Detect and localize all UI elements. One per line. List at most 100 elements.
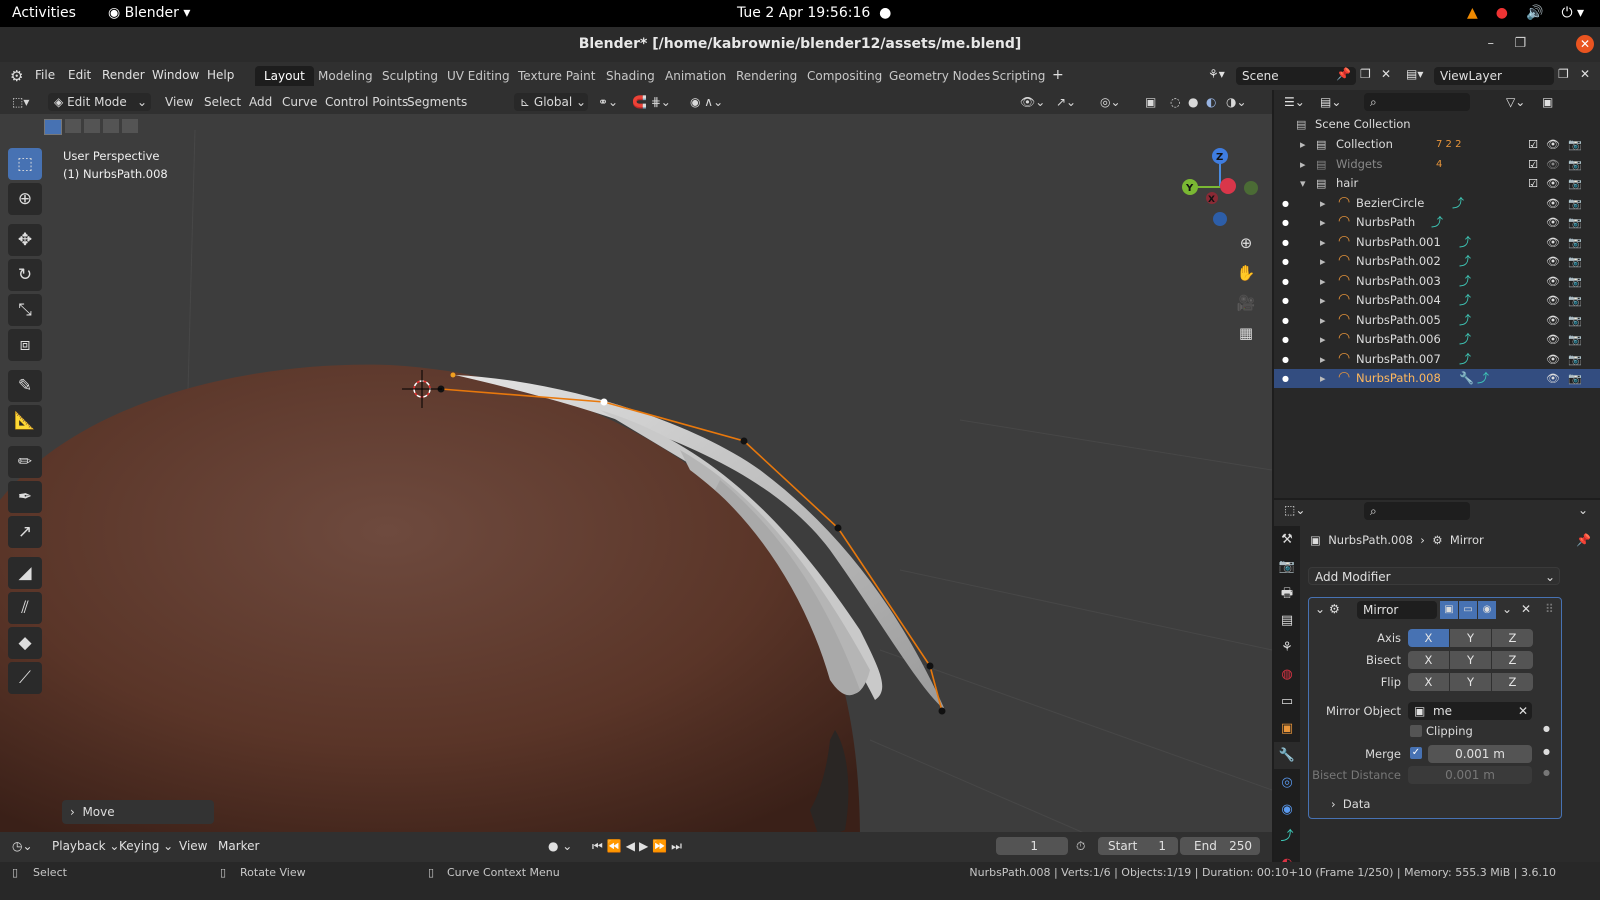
viewport-menu-select[interactable]: Select <box>204 95 241 109</box>
start-frame-field[interactable]: Start 1 <box>1098 837 1178 855</box>
clock[interactable]: Tue 2 Apr 19:56:16 ● <box>737 5 891 21</box>
blender-logo-icon[interactable]: ⚙ <box>10 67 23 85</box>
expand-toggle-icon[interactable]: ▸ <box>1320 194 1326 213</box>
playback-controls[interactable]: ⏮⏪◀▶⏩⏭ <box>592 839 686 854</box>
new-collection-icon[interactable]: ▣ <box>1542 95 1553 109</box>
eye-icon[interactable]: 👁 <box>1546 233 1560 252</box>
expand-toggle-icon[interactable]: ▸ <box>1320 291 1326 310</box>
filter-icon[interactable]: ▽⌄ <box>1506 95 1525 109</box>
add-workspace-button[interactable]: + <box>1052 67 1064 83</box>
select-dot-icon[interactable]: ● <box>1282 213 1289 232</box>
expand-toggle-icon[interactable]: ▸ <box>1320 330 1326 349</box>
draw-tool-icon[interactable]: ✏ <box>8 446 42 478</box>
eye-icon[interactable]: 👁 <box>1546 213 1560 232</box>
select-box-tool-icon[interactable]: ⬚ <box>8 148 42 180</box>
render-camera-icon[interactable]: 📷 <box>1568 213 1582 232</box>
control-point[interactable] <box>926 662 934 670</box>
tab-rendering[interactable]: Rendering <box>727 66 806 86</box>
minimize-icon[interactable]: – <box>1488 36 1495 51</box>
exclude-checkbox-icon[interactable]: ☑ <box>1528 174 1538 193</box>
collection-tab-icon[interactable]: ▭ <box>1274 688 1300 715</box>
timeline-menu-view[interactable]: View <box>179 839 207 853</box>
outliner-row[interactable]: ● ▸ ◠ NurbsPath.004 ⤴ 👁 📷 <box>1274 291 1600 310</box>
transform-orientation-dropdown[interactable]: ⊾ Global ⌄ <box>514 93 588 111</box>
record-icon[interactable]: ● ⌄ <box>548 839 572 853</box>
timeline-menu-marker[interactable]: Marker <box>218 839 259 853</box>
view-layer-tab-icon[interactable]: ▤ <box>1274 607 1300 634</box>
properties-editor-icon[interactable]: ⬚⌄ <box>1284 503 1305 517</box>
tab-geometry-nodes[interactable]: Geometry Nodes <box>880 66 999 86</box>
viewport-menu-segments[interactable]: Segments <box>407 95 467 109</box>
viewport-menu-curve[interactable]: Curve <box>282 95 317 109</box>
outliner-scene-collection[interactable]: ▤ Scene Collection <box>1274 115 1600 134</box>
curve-data-icon[interactable]: ⤴ <box>1431 213 1443 232</box>
tab-shading[interactable]: Shading <box>597 66 664 86</box>
measure-tool-icon[interactable]: 📐 <box>8 405 42 437</box>
scene-tab-icon[interactable]: ⚘ <box>1274 634 1300 661</box>
keyframe-dot-icon[interactable]: ● <box>1543 747 1550 756</box>
select-dot-icon[interactable]: ● <box>1282 311 1289 330</box>
tab-uv-editing[interactable]: UV Editing <box>438 66 519 86</box>
mode-dropdown[interactable]: ◈ Edit Mode ⌄ <box>48 93 151 111</box>
render-camera-icon[interactable]: 📷 <box>1568 174 1582 193</box>
delete-scene-icon[interactable]: ✕ <box>1381 67 1391 81</box>
proportional-edit-icon[interactable]: ◉ ∧⌄ <box>690 95 723 109</box>
tab-sculpting[interactable]: Sculpting <box>373 66 447 86</box>
collection-contents-icons[interactable]: 4 <box>1436 155 1442 174</box>
expand-toggle-icon[interactable]: ▸ <box>1320 350 1326 369</box>
render-tab-icon[interactable]: 📷 <box>1274 553 1300 580</box>
bisect-x-toggle[interactable]: X <box>1408 651 1449 669</box>
outliner-row[interactable]: ▸ ▤ Widgets 4 ☑ 👁 📷 <box>1274 155 1600 174</box>
mirror-object-field[interactable]: ▣ me ✕ <box>1408 702 1532 720</box>
tab-animation[interactable]: Animation <box>656 66 735 86</box>
modifier-name-field[interactable]: Mirror <box>1357 601 1437 619</box>
snap-icon[interactable]: 🧲 ⋕⌄ <box>632 95 671 109</box>
remove-modifier-icon[interactable]: ✕ <box>1521 602 1531 616</box>
eye-icon[interactable]: 👁 <box>1546 311 1560 330</box>
wireframe-shading-icon[interactable]: ◌ <box>1170 95 1180 109</box>
ortho-grid-icon[interactable]: ▦ <box>1233 320 1259 346</box>
outliner-row[interactable]: ● ▸ ◠ NurbsPath.005 ⤴ 👁 📷 <box>1274 311 1600 330</box>
menu-window[interactable]: Window <box>152 68 199 82</box>
viewlayer-field[interactable]: ViewLayer <box>1434 67 1554 85</box>
curve-data-icon[interactable]: ⤴ <box>1459 311 1471 330</box>
gizmo-toggle-icon[interactable]: ↗⌄ <box>1056 95 1076 109</box>
viewport-scene[interactable]: Z Y X <box>0 90 1272 840</box>
world-tab-icon[interactable]: ◍ <box>1274 661 1300 688</box>
data-subpanel-header[interactable]: › Data <box>1331 797 1370 811</box>
activities-button[interactable]: Activities <box>12 5 76 21</box>
bisect-y-toggle[interactable]: Y <box>1450 651 1491 669</box>
render-camera-icon[interactable]: 📷 <box>1568 155 1582 174</box>
flip-z-toggle[interactable]: Z <box>1492 673 1533 691</box>
tilt-tool-icon[interactable]: ⫽ <box>8 592 42 624</box>
expand-toggle-icon[interactable]: ▸ <box>1300 155 1306 174</box>
eye-icon[interactable]: 👁 <box>1546 350 1560 369</box>
curve-data-icon[interactable]: ⤴ <box>1459 291 1471 310</box>
bisect-z-toggle[interactable]: Z <box>1492 651 1533 669</box>
curve-data-icon[interactable]: ⤴ <box>1459 350 1471 369</box>
outliner-row[interactable]: ▸ ▤ Collection 7 2 2 ☑ 👁 📷 <box>1274 135 1600 154</box>
merge-checkbox[interactable]: ✓ <box>1410 747 1422 759</box>
control-point[interactable] <box>600 398 608 406</box>
flip-y-toggle[interactable]: Y <box>1450 673 1491 691</box>
current-frame-field[interactable]: 1 <box>996 837 1068 855</box>
expand-toggle-icon[interactable]: ▸ <box>1320 311 1326 330</box>
scale-tool-icon[interactable]: ⤡ <box>8 294 42 326</box>
app-menu[interactable]: ◉ Blender ▾ <box>108 5 190 21</box>
3d-viewport[interactable]: Z Y X User Perspective (1) NurbsPath.008… <box>0 90 1272 840</box>
outliner-row[interactable]: ▾ ▤ hair ☑ 👁 📷 <box>1274 174 1600 193</box>
select-extend-icon[interactable] <box>65 119 81 133</box>
exclude-checkbox-icon[interactable]: ☑ <box>1528 155 1538 174</box>
move-tool-icon[interactable]: ✥ <box>8 224 42 256</box>
randomize-tool-icon[interactable]: ◆ <box>8 627 42 659</box>
system-tray[interactable]: ▲ ● 🔊 ⏻ ▾ <box>1467 5 1584 21</box>
visibility-icon[interactable]: 👁⌄ <box>1020 95 1045 109</box>
curve-pen-tool-icon[interactable]: ↗ <box>8 516 42 548</box>
physics-tab-icon[interactable]: ◉ <box>1274 796 1300 823</box>
new-scene-icon[interactable]: ❐ <box>1360 67 1371 81</box>
control-point[interactable] <box>938 707 946 715</box>
select-dot-icon[interactable]: ● <box>1282 291 1289 310</box>
eye-icon[interactable]: 👁 <box>1546 272 1560 291</box>
navigation-gizmo[interactable]: Z Y X <box>1182 148 1258 226</box>
render-camera-icon[interactable]: 📷 <box>1568 135 1582 154</box>
